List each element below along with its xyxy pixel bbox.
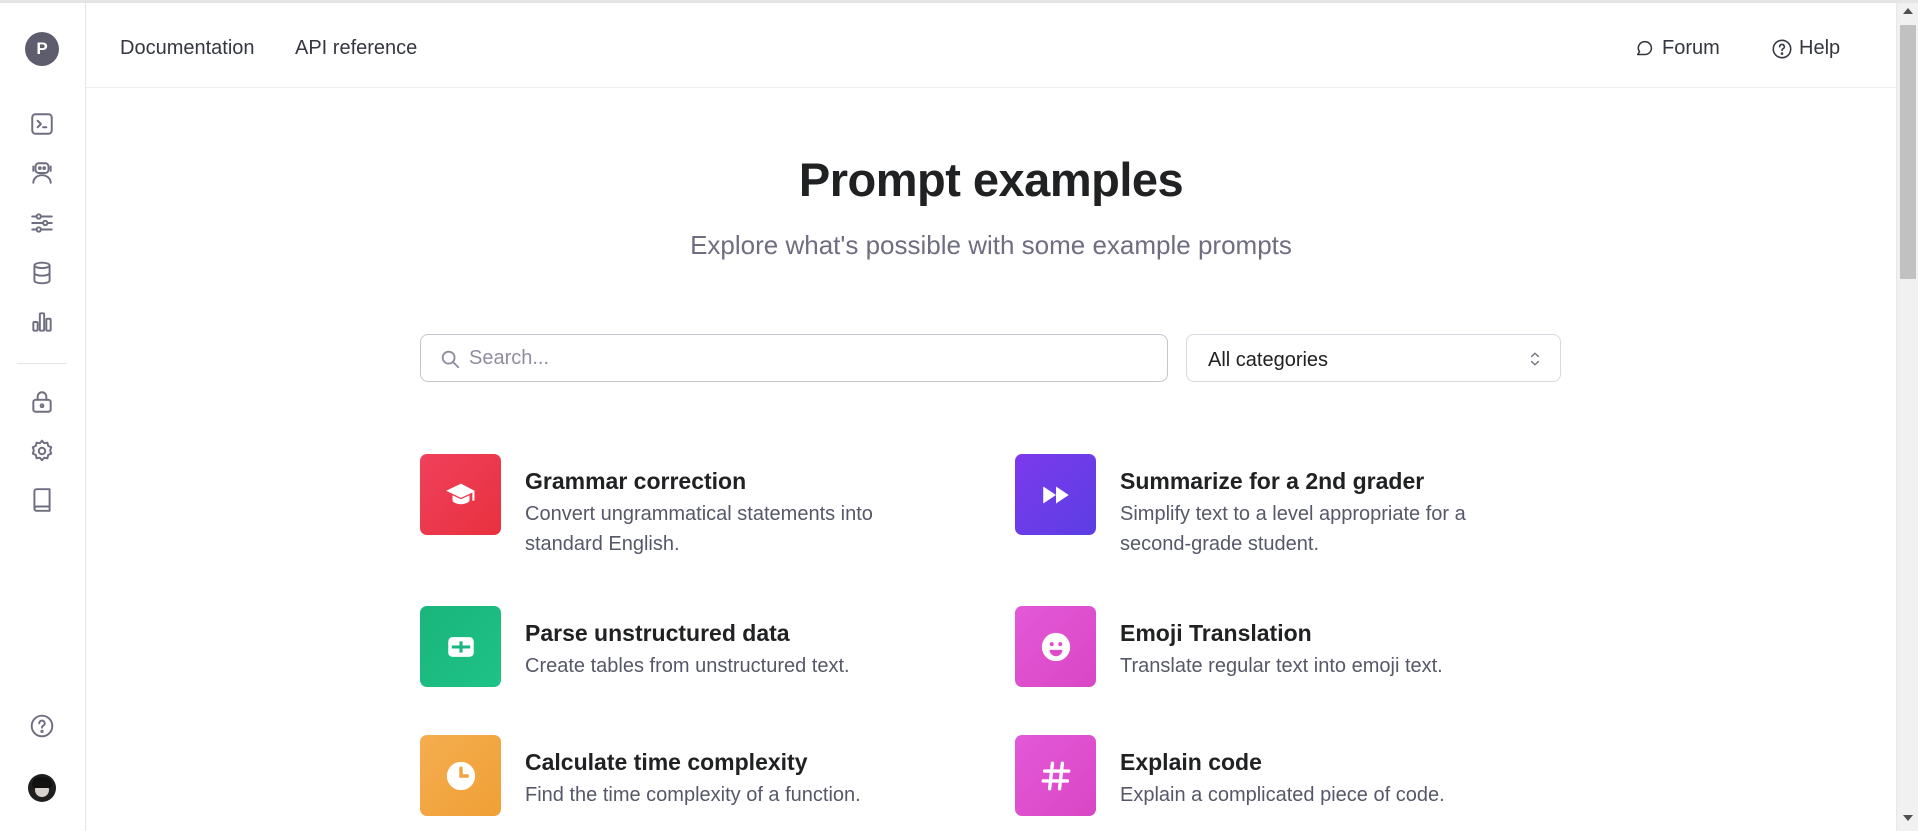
example-description: Explain a complicated piece of code. xyxy=(1120,784,1445,806)
example-description: Simplify text to a level appropriate for… xyxy=(1120,503,1466,555)
search-field[interactable] xyxy=(420,334,1168,382)
sidebar-divider xyxy=(17,363,67,364)
help-circle-icon xyxy=(1772,39,1792,58)
example-card-grammar-correction[interactable]: Grammar correction Convert ungrammatical… xyxy=(420,454,980,564)
help-label: Help xyxy=(1799,37,1841,59)
smiley-icon xyxy=(1041,632,1070,661)
database-icon[interactable] xyxy=(27,258,57,288)
sidebar: P xyxy=(0,3,86,831)
terminal-icon[interactable] xyxy=(27,109,57,139)
gear-icon[interactable] xyxy=(27,436,57,466)
question-icon[interactable] xyxy=(27,711,57,741)
search-input[interactable] xyxy=(469,335,1149,381)
example-title: Grammar correction xyxy=(525,468,747,494)
category-select[interactable]: All categories xyxy=(1186,334,1561,382)
search-icon xyxy=(441,350,460,369)
top-header: Documentation API reference Forum Help xyxy=(86,3,1896,88)
nav-documentation[interactable]: Documentation xyxy=(120,37,255,60)
example-card-explain-code[interactable]: Explain code Explain a complicated piece… xyxy=(1015,735,1575,831)
table-icon xyxy=(447,636,474,657)
example-tile xyxy=(420,606,501,687)
scroll-up-arrow-icon[interactable] xyxy=(1903,8,1913,14)
user-avatar[interactable] xyxy=(28,774,56,802)
example-title: Explain code xyxy=(1120,749,1262,775)
avatar-hair xyxy=(32,777,52,788)
forum-link[interactable]: Forum xyxy=(1634,37,1720,60)
example-description: Convert ungrammatical statements into st… xyxy=(525,503,873,555)
hash-icon xyxy=(1041,761,1070,790)
scroll-thumb[interactable] xyxy=(1900,25,1916,279)
example-tile xyxy=(1015,735,1096,816)
example-card-emoji-translation[interactable]: Emoji Translation Translate regular text… xyxy=(1015,606,1575,716)
example-card-parse-unstructured-data[interactable]: Parse unstructured data Create tables fr… xyxy=(420,606,980,716)
example-tile xyxy=(1015,606,1096,687)
sliders-icon[interactable] xyxy=(27,208,57,238)
chat-bubble-icon xyxy=(1636,40,1653,55)
example-title: Calculate time complexity xyxy=(525,749,808,775)
example-description: Find the time complexity of a function. xyxy=(525,784,861,806)
example-card-time-complexity[interactable]: Calculate time complexity Find the time … xyxy=(420,735,980,831)
page-scrollbar[interactable] xyxy=(1896,3,1918,831)
nav-api-reference[interactable]: API reference xyxy=(295,37,417,60)
robot-icon[interactable] xyxy=(27,158,57,188)
forum-label: Forum xyxy=(1662,37,1720,59)
bar-chart-icon[interactable] xyxy=(27,307,57,337)
example-card-summarize-2nd-grader[interactable]: Summarize for a 2nd grader Simplify text… xyxy=(1015,454,1575,564)
example-title: Summarize for a 2nd grader xyxy=(1120,468,1425,494)
example-title: Parse unstructured data xyxy=(525,620,790,646)
example-tile xyxy=(1015,454,1096,535)
clock-icon xyxy=(446,761,475,790)
example-title: Emoji Translation xyxy=(1120,620,1312,646)
scroll-down-arrow-icon[interactable] xyxy=(1903,815,1913,821)
example-description: Create tables from unstructured text. xyxy=(525,655,850,677)
page-title: Prompt examples xyxy=(798,153,1184,206)
example-description: Translate regular text into emoji text. xyxy=(1120,655,1443,677)
example-tile xyxy=(420,735,501,816)
lock-icon[interactable] xyxy=(27,387,57,417)
book-icon[interactable] xyxy=(27,485,57,515)
chevron-up-down-icon xyxy=(1531,352,1539,366)
help-link[interactable]: Help xyxy=(1771,37,1840,60)
category-select-value: All categories xyxy=(1208,349,1329,371)
fast-forward-icon xyxy=(1042,486,1069,503)
example-tile xyxy=(420,454,501,535)
graduation-cap-icon xyxy=(445,483,474,504)
org-avatar[interactable]: P xyxy=(25,32,59,66)
page-subtitle: Explore what's possible with some exampl… xyxy=(690,230,1292,260)
